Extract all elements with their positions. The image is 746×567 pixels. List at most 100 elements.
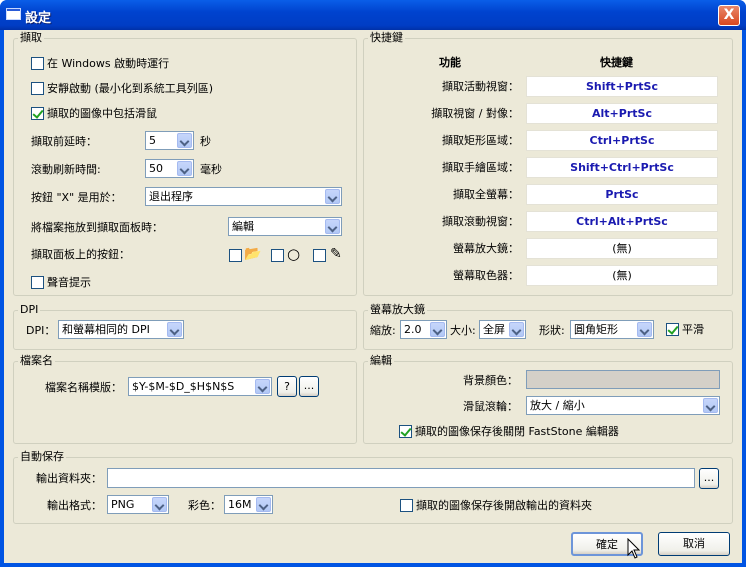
hotkeys-legend: 快捷鍵: [368, 31, 405, 45]
hotkey-fullscreen[interactable]: PrtSc: [526, 184, 718, 205]
hotkey-row-label: 螢幕放大鏡：: [453, 242, 519, 255]
chevron-down-icon: [703, 398, 718, 413]
hotkey-magnifier[interactable]: (無): [526, 238, 718, 259]
hotkey-row-label: 螢幕取色器：: [453, 269, 519, 282]
hotkey-row-label: 擷取全螢幕：: [453, 188, 519, 201]
color-label: 彩色：: [188, 499, 221, 512]
bg-color-label: 背景顏色：: [463, 374, 518, 387]
hotkey-row-label: 擷取滾動視窗：: [442, 215, 519, 228]
color-depth-value: 16M: [228, 498, 252, 511]
shape-value: 圓角矩形: [574, 323, 618, 336]
silent-start-checkbox[interactable]: [31, 82, 44, 95]
format-label: 輸出格式：: [47, 499, 102, 512]
hotkey-row-label: 擷取視窗 / 對像：: [431, 107, 519, 120]
dpi-value: 和螢幕相同的 DPI: [62, 323, 150, 336]
close-editor-checkbox[interactable]: [399, 425, 412, 438]
chevron-down-icon: [637, 322, 652, 337]
chevron-down-icon: [167, 322, 182, 337]
start-on-windows-checkbox[interactable]: [31, 57, 44, 70]
panel-buttons-label: 擷取面板上的按鈕：: [31, 248, 130, 261]
drag-file-label: 將檔案拖放到擷取面板時：: [31, 221, 163, 234]
capture-group: 擷取 在 Windows 啟動時運行 安靜啟動 (最小化到系統工具列區) 擷取的…: [13, 31, 357, 296]
sound-prompt-label: 聲音提示: [47, 276, 91, 289]
size-label: 大小:: [450, 324, 476, 337]
magnifier-group: 螢幕放大鏡 縮放: 2.0 大小: 全屏 形狀: 圓角矩形 平滑: [363, 303, 733, 350]
chevron-down-icon: [256, 497, 271, 512]
chevron-down-icon: [152, 497, 167, 512]
zoom-select[interactable]: 2.0: [400, 320, 447, 339]
chevron-down-icon: [430, 322, 445, 337]
shape-label: 形狀:: [539, 324, 565, 337]
x-button-select[interactable]: 退出程序: [145, 187, 342, 206]
settings-window: 設定 X 擷取 在 Windows 啟動時運行 安靜啟動 (最小化到系統工具列區…: [0, 0, 746, 567]
hotkey-color-picker[interactable]: (無): [526, 265, 718, 286]
dpi-select[interactable]: 和螢幕相同的 DPI: [58, 320, 184, 339]
delay-label: 擷取前延時：: [31, 135, 97, 148]
open-folder-icon: 📂: [244, 246, 262, 262]
scroll-refresh-value: 50: [149, 162, 163, 175]
panel-picker-checkbox[interactable]: [313, 249, 326, 262]
editor-group: 編輯 背景顏色： 滑鼠滾輪： 放大 / 縮小 擷取的圖像保存後關閉 FastSt…: [363, 354, 733, 444]
hotkey-freehand[interactable]: Shift+Ctrl+PrtSc: [526, 157, 718, 178]
capture-legend: 擷取: [18, 31, 44, 45]
wheel-label: 滑鼠滾輪：: [463, 400, 518, 413]
open-folder-checkbox[interactable]: [400, 499, 413, 512]
include-cursor-checkbox[interactable]: [31, 107, 44, 120]
size-value: 全屏: [483, 323, 505, 336]
size-select[interactable]: 全屏: [479, 320, 526, 339]
filename-help-button[interactable]: ?: [277, 376, 297, 397]
hotkey-window-object[interactable]: Alt+PrtSc: [526, 103, 718, 124]
chevron-down-icon: [255, 379, 270, 394]
wheel-value: 放大 / 縮小: [530, 399, 585, 412]
smooth-label: 平滑: [682, 323, 704, 336]
filename-browse-button[interactable]: ...: [299, 376, 319, 397]
color-depth-select[interactable]: 16M: [224, 495, 273, 514]
sound-prompt-checkbox[interactable]: [31, 276, 44, 289]
hotkey-rectangle[interactable]: Ctrl+PrtSc: [526, 130, 718, 151]
filename-legend: 檔案名: [18, 354, 55, 368]
silent-start-label: 安靜啟動 (最小化到系統工具列區): [47, 82, 214, 95]
output-folder-label: 輸出資料夾：: [36, 472, 102, 485]
format-value: PNG: [111, 498, 135, 511]
hotkey-row-label: 擷取活動視窗：: [442, 80, 519, 93]
output-folder-browse-button[interactable]: ...: [699, 468, 719, 489]
smooth-checkbox[interactable]: [666, 323, 679, 336]
panel-open-checkbox[interactable]: [229, 249, 242, 262]
window-icon: [6, 8, 21, 20]
dpi-group: DPI DPI： 和螢幕相同的 DPI: [13, 303, 357, 350]
panel-search-checkbox[interactable]: [271, 249, 284, 262]
filename-template-select[interactable]: $Y-$M-$D_$H$N$S: [128, 377, 272, 396]
delay-value: 5: [149, 134, 156, 147]
autosave-group: 自動保存 輸出資料夾： ... 輸出格式： PNG 彩色： 16M 擷取的圖像保…: [13, 450, 733, 524]
color-picker-icon: ✎: [330, 246, 342, 262]
shape-select[interactable]: 圓角矩形: [570, 320, 654, 339]
hotkey-active-window[interactable]: Shift+PrtSc: [526, 76, 718, 97]
format-select[interactable]: PNG: [107, 495, 169, 514]
chevron-down-icon: [177, 161, 192, 176]
chevron-down-icon: [177, 133, 192, 148]
hotkeys-group: 快捷鍵 功能 快捷鍵 擷取活動視窗： Shift+PrtSc 擷取視窗 / 對像…: [363, 31, 733, 296]
hotkey-scrolling[interactable]: Ctrl+Alt+PrtSc: [526, 211, 718, 232]
dpi-label: DPI：: [26, 324, 56, 337]
cancel-button[interactable]: 取消: [658, 532, 730, 556]
wheel-select[interactable]: 放大 / 縮小: [526, 396, 720, 415]
scroll-refresh-select[interactable]: 50: [145, 159, 194, 178]
bg-color-swatch[interactable]: [526, 370, 720, 389]
hotkey-row-label: 擷取矩形區域：: [442, 134, 519, 147]
open-folder-label: 擷取的圖像保存後開啟輸出的資料夾: [416, 499, 592, 512]
hotkeys-col-hotkey: 快捷鍵: [600, 56, 633, 69]
output-folder-input[interactable]: [107, 468, 695, 488]
close-editor-label: 擷取的圖像保存後關閉 FastStone 編輯器: [415, 425, 619, 438]
close-button[interactable]: X: [718, 5, 740, 26]
hotkeys-col-function: 功能: [439, 56, 461, 69]
scroll-refresh-label: 滾動刷新時間:: [31, 163, 101, 176]
chevron-down-icon: [325, 219, 340, 234]
drag-file-select[interactable]: 編輯: [228, 217, 342, 236]
dpi-legend: DPI: [18, 303, 41, 317]
delay-unit: 秒: [200, 135, 211, 148]
title-bar[interactable]: 設定 X: [0, 0, 746, 30]
mouse-cursor-icon: [627, 538, 641, 559]
x-button-value: 退出程序: [149, 190, 193, 203]
magnifier-legend: 螢幕放大鏡: [368, 303, 427, 317]
delay-select[interactable]: 5: [145, 131, 194, 150]
